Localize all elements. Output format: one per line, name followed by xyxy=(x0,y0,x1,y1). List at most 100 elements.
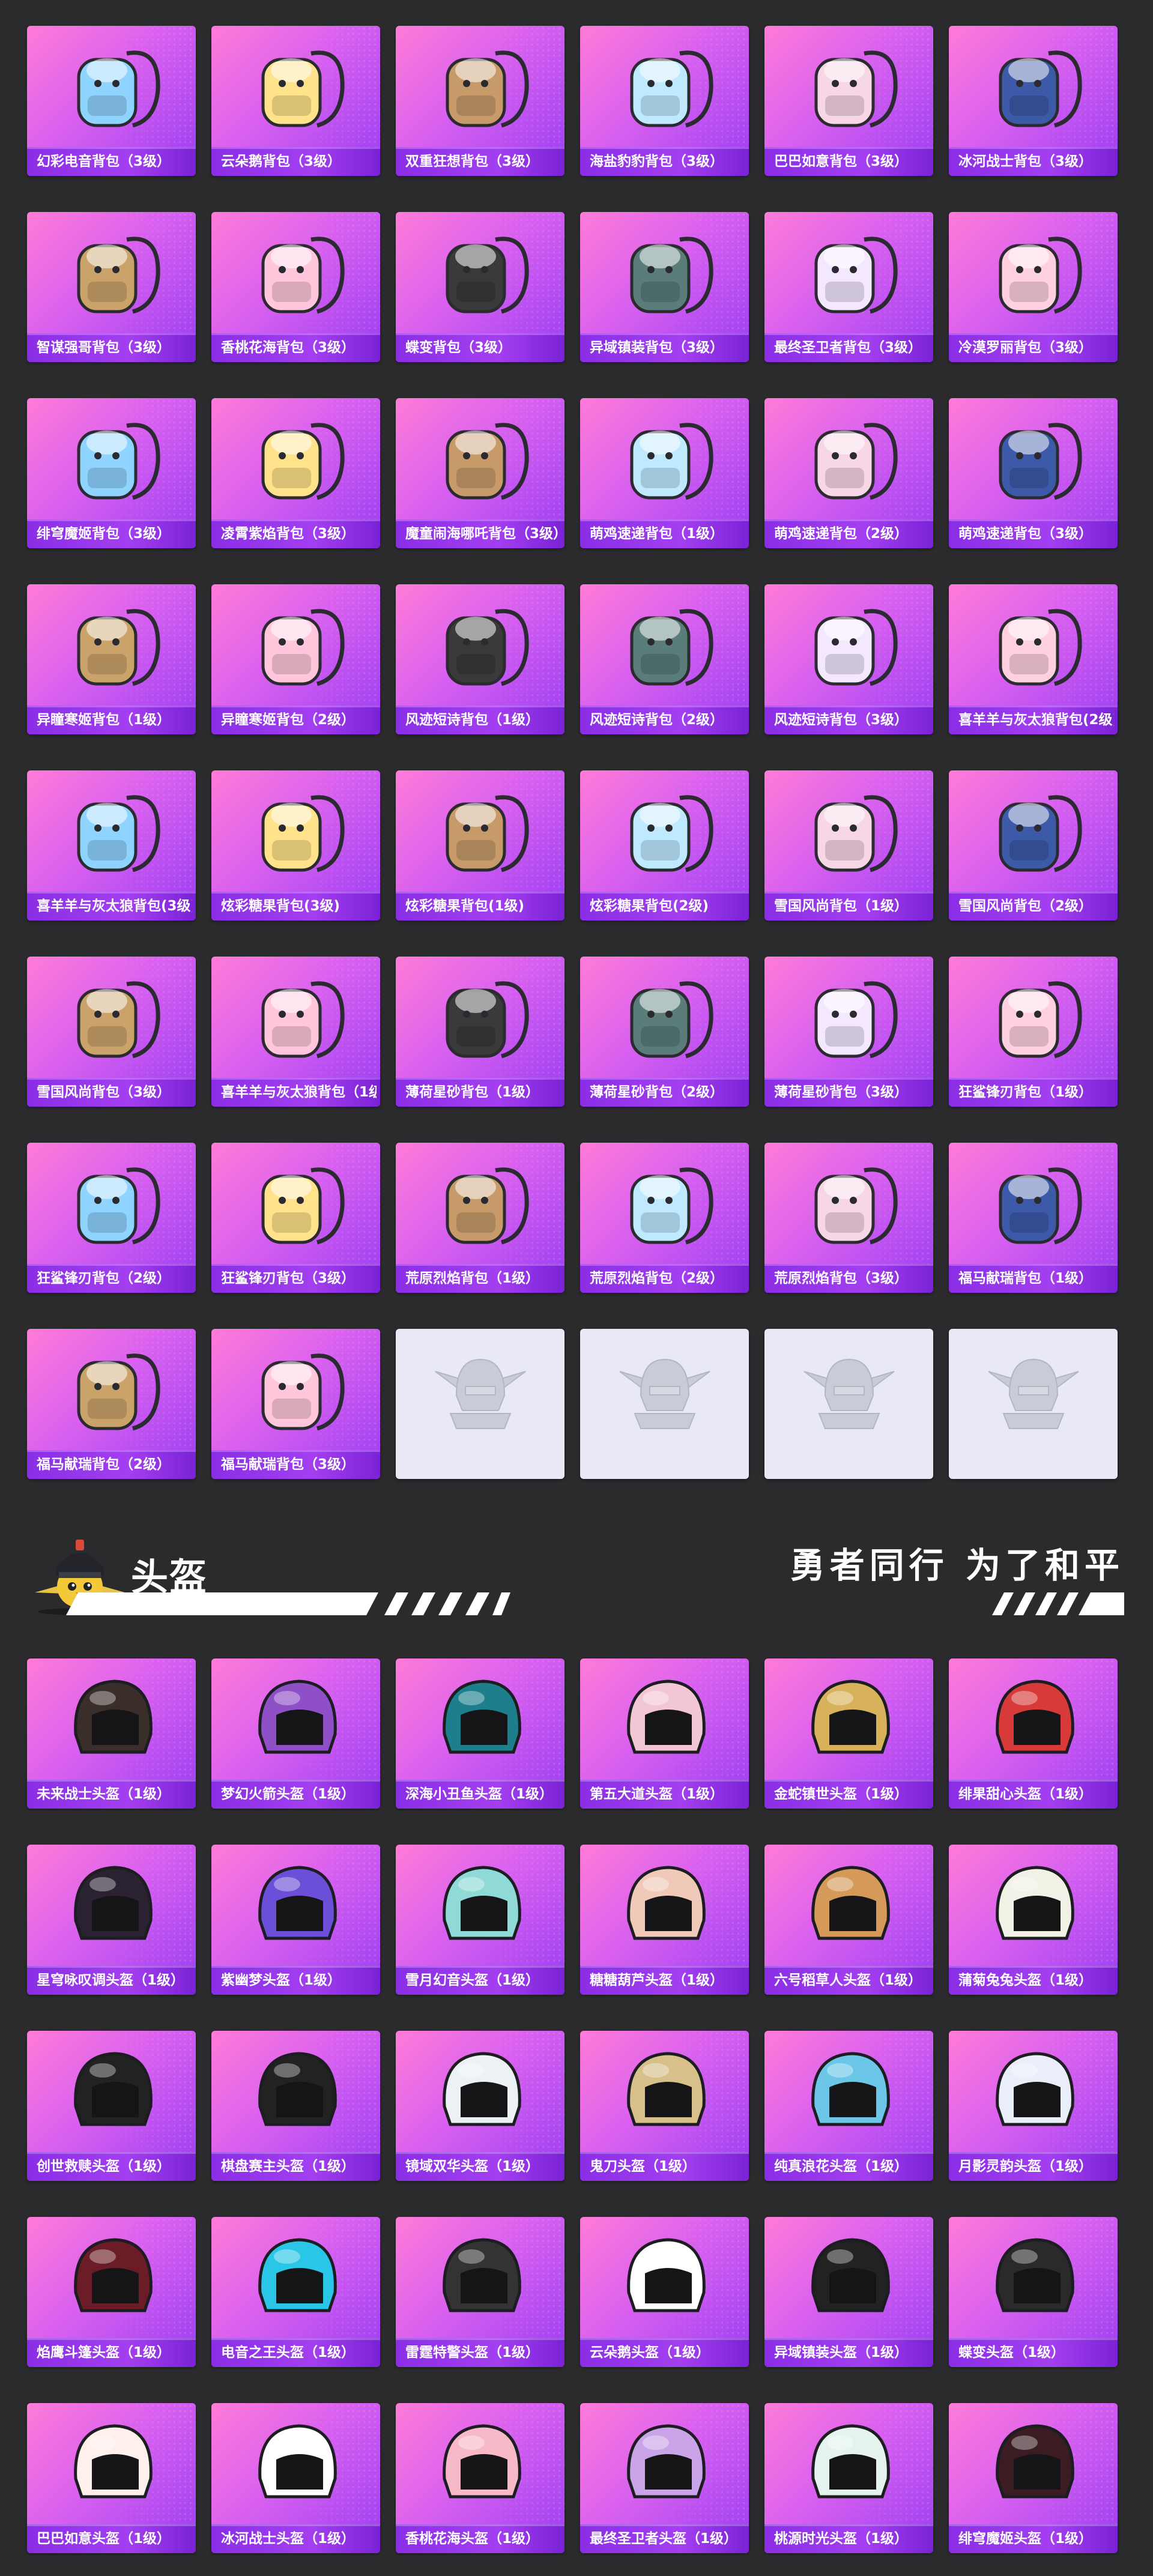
backpack-card[interactable]: 荒原烈焰背包（2级） xyxy=(580,1143,749,1293)
backpack-name: 萌鸡速递背包（3级） xyxy=(958,526,1093,542)
helmet-icon xyxy=(995,1866,1074,1940)
backpack-icon xyxy=(446,423,529,500)
helmet-card[interactable]: 香桃花海头盔（1级） xyxy=(396,2403,564,2553)
backpack-card[interactable]: 福马献瑞背包（1级） xyxy=(949,1143,1118,1293)
placeholder-card[interactable] xyxy=(764,1329,933,1479)
helmet-card[interactable]: 冰河战士头盔（1级） xyxy=(211,2403,380,2553)
backpack-card[interactable]: 萌鸡速递背包（3级） xyxy=(949,398,1118,548)
helmet-card[interactable]: 第五大道头盔（1级） xyxy=(580,1658,749,1809)
helmet-card[interactable]: 月影灵韵头盔（1级） xyxy=(949,2031,1118,2181)
backpack-name: 巴巴如意背包（3级） xyxy=(774,154,909,169)
helmet-card[interactable]: 雪月幻音头盔（1级） xyxy=(396,1845,564,1995)
backpack-card[interactable]: 风迹短诗背包（1级） xyxy=(396,584,564,734)
helmet-card[interactable]: 创世救赎头盔（1级） xyxy=(27,2031,196,2181)
backpack-card[interactable]: 荒原烈焰背包（3级） xyxy=(764,1143,933,1293)
backpack-card[interactable]: 云朵鹅背包（3级） xyxy=(211,26,380,176)
placeholder-card[interactable] xyxy=(949,1329,1118,1479)
backpack-card[interactable]: 蝶变背包（3级） xyxy=(396,212,564,362)
helmet-card[interactable]: 异域镇装头盔（1级） xyxy=(764,2217,933,2367)
backpack-name: 炫彩糖果背包(1级) xyxy=(405,898,525,914)
helmet-card[interactable]: 绯果甜心头盔（1级） xyxy=(949,1658,1118,1809)
helmet-card[interactable]: 鬼刀头盔（1级） xyxy=(580,2031,749,2181)
backpack-name: 福马献瑞背包（3级） xyxy=(221,1457,356,1472)
backpack-name: 萌鸡速递背包（1级） xyxy=(590,526,724,542)
helmet-card[interactable]: 六号稻草人头盔（1级） xyxy=(764,1845,933,1995)
backpack-card[interactable]: 雪国风尚背包（3级） xyxy=(27,957,196,1107)
helmet-icon xyxy=(811,1866,890,1940)
backpack-card[interactable]: 智谋强哥背包（3级） xyxy=(27,212,196,362)
backpack-card[interactable]: 薄荷星砂背包（3级） xyxy=(764,957,933,1107)
backpack-name: 萌鸡速递背包（2级） xyxy=(774,526,909,542)
helmet-card[interactable]: 金蛇镇世头盔（1级） xyxy=(764,1658,933,1809)
backpack-card[interactable]: 风迹短诗背包（3级） xyxy=(764,584,933,734)
backpack-icon xyxy=(446,50,529,128)
helmet-card[interactable]: 最终圣卫者头盔（1级） xyxy=(580,2403,749,2553)
helmet-card[interactable]: 蒲菊兔兔头盔（1级） xyxy=(949,1845,1118,1995)
backpack-card[interactable]: 薄荷星砂背包（1级） xyxy=(396,957,564,1107)
backpack-name: 狂鲨锋刃背包（1级） xyxy=(958,1084,1093,1100)
helmet-name: 星穹咏叹调头盔（1级） xyxy=(37,1973,185,1988)
backpack-name: 冰河战士背包（3级） xyxy=(958,154,1093,169)
backpack-name: 喜羊羊与灰太狼背包（1级） xyxy=(221,1084,377,1100)
backpack-card[interactable]: 喜羊羊与灰太狼背包(2级) xyxy=(949,584,1118,734)
helmet-card[interactable]: 梦幻火箭头盔（1级） xyxy=(211,1658,380,1809)
helmet-card[interactable]: 云朵鹅头盔（1级） xyxy=(580,2217,749,2367)
placeholder-card[interactable] xyxy=(580,1329,749,1479)
backpack-card[interactable]: 福马献瑞背包（2级） xyxy=(27,1329,196,1479)
helmet-card[interactable]: 巴巴如意头盔（1级） xyxy=(27,2403,196,2553)
helmet-card[interactable]: 未来战士头盔（1级） xyxy=(27,1658,196,1809)
backpack-icon xyxy=(446,1167,529,1245)
placeholder-card[interactable] xyxy=(396,1329,564,1479)
backpack-card[interactable]: 绯穹魔姬背包（3级） xyxy=(27,398,196,548)
backpack-card[interactable]: 异域镇装背包（3级） xyxy=(580,212,749,362)
helmet-card[interactable]: 桃源时光头盔（1级） xyxy=(764,2403,933,2553)
helmet-card[interactable]: 棋盘赛主头盔（1级） xyxy=(211,2031,380,2181)
backpack-card[interactable]: 喜羊羊与灰太狼背包(3级) xyxy=(27,770,196,921)
backpack-card[interactable]: 萌鸡速递背包（2级） xyxy=(764,398,933,548)
helmet-card[interactable]: 镜域双华头盔（1级） xyxy=(396,2031,564,2181)
backpack-card[interactable]: 异瞳寒姬背包（1级） xyxy=(27,584,196,734)
backpack-card[interactable]: 风迹短诗背包（2级） xyxy=(580,584,749,734)
backpack-card[interactable]: 炫彩糖果背包(3级) xyxy=(211,770,380,921)
helmet-name: 月影灵韵头盔（1级） xyxy=(958,2159,1093,2174)
helmet-name: 云朵鹅头盔（1级） xyxy=(590,2345,710,2360)
backpack-card[interactable]: 福马献瑞背包（3级） xyxy=(211,1329,380,1479)
backpack-card[interactable]: 狂鲨锋刃背包（2级） xyxy=(27,1143,196,1293)
helmet-card[interactable]: 深海小丑鱼头盔（1级） xyxy=(396,1658,564,1809)
backpack-card[interactable]: 香桃花海背包（3级） xyxy=(211,212,380,362)
backpack-card[interactable]: 荒原烈焰背包（1级） xyxy=(396,1143,564,1293)
backpack-card[interactable]: 巴巴如意背包（3级） xyxy=(764,26,933,176)
backpack-card[interactable]: 雪国风尚背包（1级） xyxy=(764,770,933,921)
helmet-card[interactable]: 蝶变头盔（1级） xyxy=(949,2217,1118,2367)
backpack-card[interactable]: 喜羊羊与灰太狼背包（1级） xyxy=(211,957,380,1107)
helmet-card[interactable]: 绯穹魔姬头盔（1级） xyxy=(949,2403,1118,2553)
backpack-card[interactable]: 雪国风尚背包（2级） xyxy=(949,770,1118,921)
backpack-name: 荒原烈焰背包（1级） xyxy=(405,1271,540,1286)
backpack-card[interactable]: 萌鸡速递背包（1级） xyxy=(580,398,749,548)
backpack-icon xyxy=(999,609,1082,686)
helmet-card[interactable]: 糖糖葫芦头盔（1级） xyxy=(580,1845,749,1995)
helmet-name: 镜域双华头盔（1级） xyxy=(405,2159,540,2174)
helmet-card[interactable]: 电音之王头盔（1级） xyxy=(211,2217,380,2367)
backpack-card[interactable]: 薄荷星砂背包（2级） xyxy=(580,957,749,1107)
backpack-card[interactable]: 冷漠罗丽背包（3级） xyxy=(949,212,1118,362)
helmet-card[interactable]: 紫幽梦头盔（1级） xyxy=(211,1845,380,1995)
backpack-card[interactable]: 海盐豹豹背包（3级） xyxy=(580,26,749,176)
backpack-card[interactable]: 魔童闹海哪吒背包（3级） xyxy=(396,398,564,548)
backpack-card[interactable]: 炫彩糖果背包(1级) xyxy=(396,770,564,921)
backpack-card[interactable]: 狂鲨锋刃背包（1级） xyxy=(949,957,1118,1107)
backpack-name: 双重狂想背包（3级） xyxy=(405,154,540,169)
backpack-card[interactable]: 最终圣卫者背包（3级） xyxy=(764,212,933,362)
section-slogan: 勇者同行 为了和平 xyxy=(790,1545,1124,1586)
backpack-card[interactable]: 幻彩电音背包（3级） xyxy=(27,26,196,176)
backpack-card[interactable]: 双重狂想背包（3级） xyxy=(396,26,564,176)
backpack-card[interactable]: 狂鲨锋刃背包（3级） xyxy=(211,1143,380,1293)
backpack-card[interactable]: 异瞳寒姬背包（2级） xyxy=(211,584,380,734)
helmet-card[interactable]: 纯真浪花头盔（1级） xyxy=(764,2031,933,2181)
backpack-card[interactable]: 凌霄紫焰背包（3级） xyxy=(211,398,380,548)
helmet-card[interactable]: 焰鹰斗篷头盔（1级） xyxy=(27,2217,196,2367)
helmet-card[interactable]: 星穹咏叹调头盔（1级） xyxy=(27,1845,196,1995)
backpack-card[interactable]: 冰河战士背包（3级） xyxy=(949,26,1118,176)
backpack-card[interactable]: 炫彩糖果背包(2级) xyxy=(580,770,749,921)
helmet-card[interactable]: 雷霆特警头盔（1级） xyxy=(396,2217,564,2367)
